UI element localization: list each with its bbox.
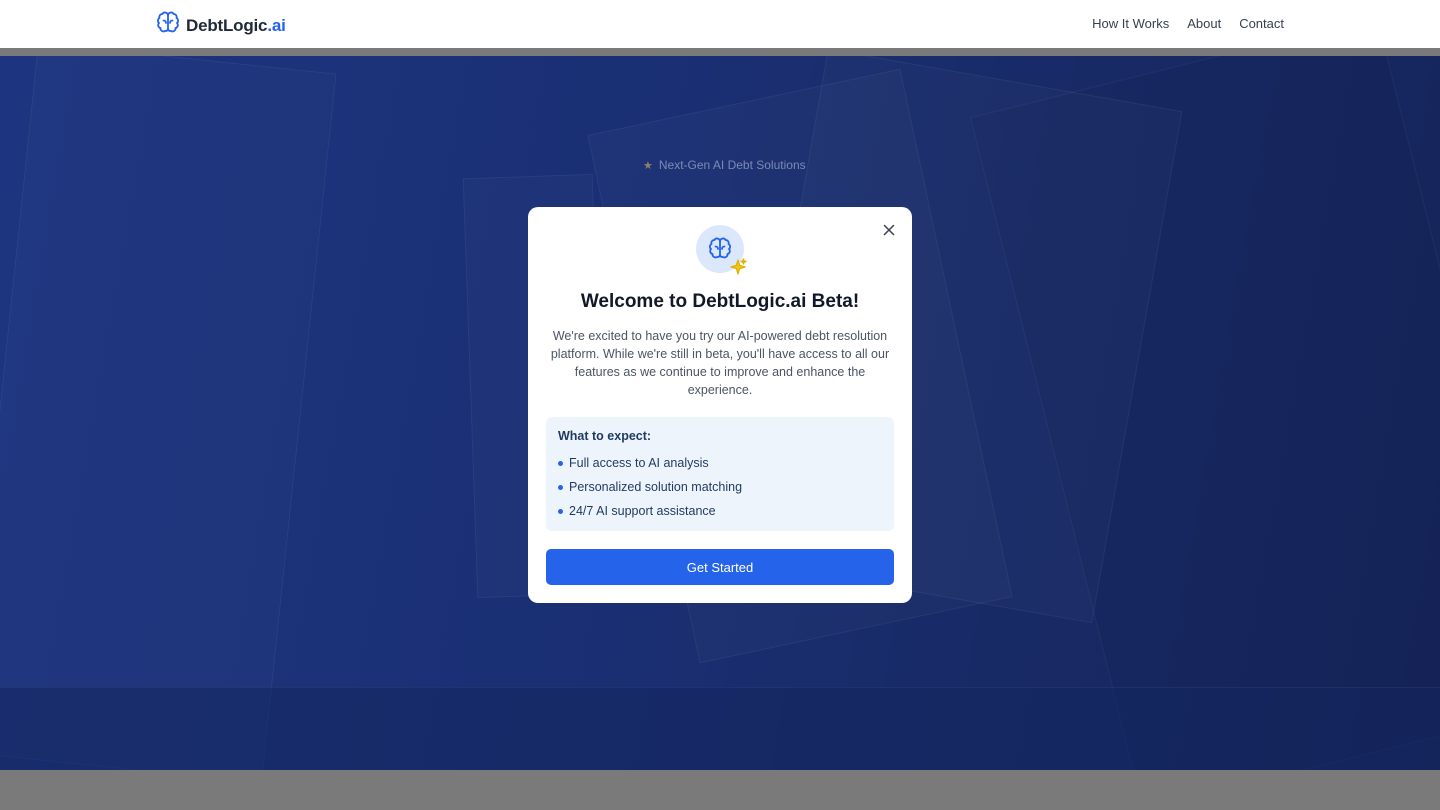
nav-link-about[interactable]: About — [1187, 16, 1221, 31]
brand-logo[interactable]: DebtLogic.ai — [156, 11, 286, 40]
list-item: 24/7 AI support assistance — [558, 499, 882, 523]
sparkles-icon — [728, 257, 748, 282]
hero-background-shape — [0, 56, 337, 770]
list-item-label: Personalized solution matching — [569, 480, 743, 494]
welcome-modal: Welcome to DebtLogic.ai Beta! We're exci… — [528, 207, 912, 603]
star-icon: ★ — [643, 159, 653, 172]
brand-name: DebtLogic.ai — [186, 15, 286, 35]
hero-badge: ★ Next-Gen AI Debt Solutions — [643, 158, 806, 172]
bullet-icon — [558, 508, 563, 514]
modal-description: We're excited to have you try our AI-pow… — [550, 329, 890, 397]
hero-badge-label: Next-Gen AI Debt Solutions — [658, 158, 806, 172]
top-navigation: DebtLogic.ai How It Works About Contact — [0, 0, 1440, 48]
close-icon[interactable] — [880, 221, 898, 239]
get-started-button[interactable]: Get Started — [546, 549, 894, 585]
expectations-title: What to expect: — [558, 429, 652, 443]
list-item: Full access to AI analysis — [558, 451, 882, 475]
list-item-label: Full access to AI analysis — [569, 456, 709, 470]
brain-icon — [156, 11, 180, 40]
bullet-icon — [558, 460, 563, 466]
bullet-icon — [558, 484, 563, 490]
list-item: Personalized solution matching — [558, 475, 882, 499]
nav-links: How It Works About Contact — [1092, 16, 1284, 31]
expectations-panel: What to expect: Full access to AI analys… — [546, 417, 894, 531]
modal-title: Welcome to DebtLogic.ai Beta! — [580, 291, 860, 312]
list-item-label: 24/7 AI support assistance — [569, 504, 716, 518]
nav-link-how-it-works[interactable]: How It Works — [1092, 16, 1169, 31]
nav-link-contact[interactable]: Contact — [1239, 16, 1284, 31]
hero-lower-band — [0, 687, 1440, 770]
